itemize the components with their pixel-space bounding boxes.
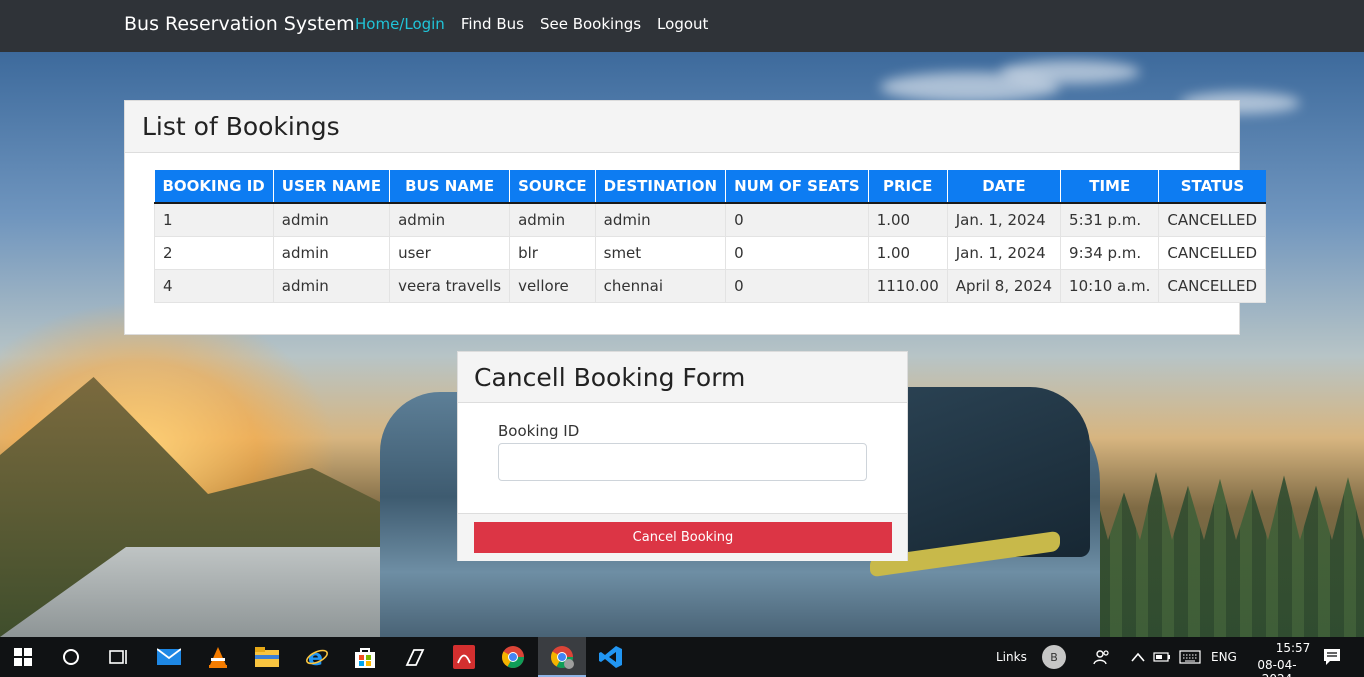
table-cell: admin [509, 202, 596, 237]
column-header: TIME [1060, 170, 1160, 204]
cancel-card-footer: Cancel Booking [458, 513, 907, 561]
windows-taskbar: e Links B ENG 15:57 08-04-2024 [0, 637, 1364, 677]
table-cell: 1110.00 [867, 268, 948, 303]
table-cell: admin [594, 202, 727, 237]
column-header: BUS NAME [389, 170, 511, 204]
cancel-card-header: Cancell Booking Form [458, 352, 907, 403]
table-header-row: BOOKING ID USER NAME BUS NAME SOURCE DES… [154, 170, 1266, 204]
table-cell: 5:31 p.m. [1060, 202, 1160, 237]
pdf-icon[interactable] [452, 645, 476, 669]
vlc-icon[interactable] [206, 645, 230, 669]
bookings-title: List of Bookings [142, 112, 340, 141]
table-row: 2 admin user blr smet 0 1.00 Jan. 1, 202… [154, 235, 1267, 270]
table-row: 4 admin veera travells vellore chennai 0… [154, 268, 1267, 303]
column-header: BOOKING ID [154, 170, 274, 204]
table-cell: chennai [594, 268, 727, 303]
table-cell: 0 [725, 202, 869, 237]
table-cell: admin [272, 202, 391, 237]
search-circle-icon[interactable] [59, 645, 83, 669]
navbar: Bus Reservation System Home/Login Find B… [0, 0, 1364, 52]
column-header: STATUS [1158, 170, 1266, 204]
booking-id-label: Booking ID [498, 422, 580, 440]
table-cell: 9:34 p.m. [1060, 235, 1160, 270]
table-cell: 1.00 [867, 202, 948, 237]
store-icon[interactable] [353, 645, 377, 669]
table-cell: veera travells [389, 268, 511, 303]
table-cell: April 8, 2024 [946, 268, 1062, 303]
column-header: DATE [947, 170, 1062, 204]
internet-explorer-icon[interactable]: e [305, 645, 329, 669]
people-icon[interactable] [1090, 645, 1114, 669]
table-cell: Jan. 1, 2024 [946, 235, 1062, 270]
nav-link-logout[interactable]: Logout [657, 15, 708, 33]
notification-icon[interactable] [1320, 645, 1344, 669]
cancel-booking-card: Cancell Booking Form Booking ID Cancel B… [457, 351, 908, 561]
chrome-profile-icon[interactable] [550, 645, 574, 669]
table-cell: admin [272, 268, 391, 303]
mail-icon[interactable] [157, 645, 181, 669]
table-row: 1 admin admin admin admin 0 1.00 Jan. 1,… [154, 202, 1267, 237]
bookings-table: BOOKING ID USER NAME BUS NAME SOURCE DES… [154, 170, 1267, 303]
table-cell: blr [509, 235, 596, 270]
cancel-form-title: Cancell Booking Form [474, 363, 746, 392]
file-explorer-icon[interactable] [255, 645, 279, 669]
windows-start-icon[interactable] [11, 645, 35, 669]
vscode-icon[interactable] [599, 645, 623, 669]
column-header: USER NAME [273, 170, 391, 204]
table-cell: 0 [725, 235, 869, 270]
nav-link-find-bus[interactable]: Find Bus [461, 15, 524, 33]
nav-link-see-bookings[interactable]: See Bookings [540, 15, 641, 33]
bookings-card-header: List of Bookings [125, 101, 1239, 153]
column-header: NUM OF SEATS [725, 170, 869, 204]
table-cell: CANCELLED [1158, 235, 1267, 270]
table-cell: admin [272, 235, 391, 270]
cancel-booking-button[interactable]: Cancel Booking [474, 522, 892, 553]
chrome-icon[interactable] [501, 645, 525, 669]
table-cell: CANCELLED [1158, 202, 1267, 237]
bookings-card: List of Bookings BOOKING ID USER NAME BU… [124, 100, 1267, 335]
table-cell: admin [389, 202, 511, 237]
table-cell: 4 [154, 268, 274, 303]
table-cell: Jan. 1, 2024 [946, 202, 1062, 237]
battery-icon[interactable] [1150, 645, 1174, 669]
nav-links: Home/Login Find Bus See Bookings Logout [355, 15, 708, 33]
language-indicator[interactable]: ENG [1211, 650, 1237, 664]
table-cell: 1 [154, 202, 274, 237]
table-cell: 2 [154, 235, 274, 270]
column-header: SOURCE [509, 170, 596, 204]
table-cell: CANCELLED [1158, 268, 1267, 303]
avatar[interactable]: B [1042, 645, 1066, 669]
keyboard-icon[interactable] [1178, 645, 1202, 669]
brand-link[interactable]: Bus Reservation System [124, 13, 355, 35]
table-cell: 10:10 a.m. [1060, 268, 1160, 303]
svg-text:e: e [308, 646, 323, 669]
column-header: DESTINATION [595, 170, 727, 204]
table-cell: vellore [509, 268, 596, 303]
chevron-up-icon[interactable] [1126, 645, 1150, 669]
column-header: PRICE [868, 170, 948, 204]
task-view-icon[interactable] [107, 645, 131, 669]
links-toolbar-label[interactable]: Links [996, 650, 1027, 664]
clock-time[interactable]: 15:57 [1263, 641, 1323, 655]
table-cell: smet [594, 235, 727, 270]
booking-id-input[interactable] [498, 443, 867, 481]
snipping-tool-icon[interactable] [403, 645, 427, 669]
table-cell: user [389, 235, 511, 270]
nav-link-home-login[interactable]: Home/Login [355, 15, 445, 33]
table-cell: 0 [725, 268, 869, 303]
clock-date[interactable]: 08-04-2024 [1246, 658, 1308, 677]
table-cell: 1.00 [867, 235, 948, 270]
